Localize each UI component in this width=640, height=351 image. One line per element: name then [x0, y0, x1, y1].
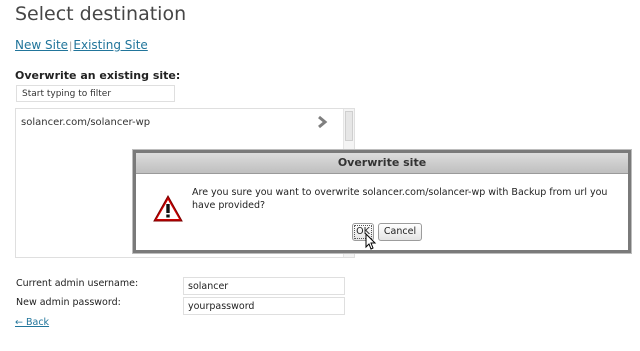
new-site-link[interactable]: New Site [15, 38, 68, 52]
username-label: Current admin username: [16, 278, 139, 289]
site-type-links: New Site|Existing Site [15, 38, 148, 52]
back-link[interactable]: ← Back [15, 317, 49, 328]
password-input[interactable] [183, 297, 345, 315]
link-separator: | [69, 41, 73, 52]
mouse-cursor-icon [365, 233, 377, 250]
overwrite-section-label: Overwrite an existing site: [15, 69, 181, 82]
password-label: New admin password: [16, 297, 121, 308]
warning-icon [153, 195, 183, 222]
username-input[interactable] [183, 277, 345, 295]
dialog-title[interactable]: Overwrite site [136, 153, 628, 174]
page-title: Select destination [15, 3, 187, 25]
site-list-item[interactable]: solancer.com/solancer-wp [21, 117, 150, 128]
overwrite-dialog: Overwrite site Are you sure you want to … [133, 150, 631, 253]
site-filter-input[interactable] [16, 85, 175, 102]
existing-site-link[interactable]: Existing Site [73, 38, 147, 52]
chevron-right-icon[interactable] [316, 115, 330, 129]
scrollbar-thumb[interactable] [345, 111, 353, 141]
dialog-message: Are you sure you want to overwrite solan… [192, 187, 608, 211]
cancel-button[interactable]: Cancel [378, 223, 422, 241]
